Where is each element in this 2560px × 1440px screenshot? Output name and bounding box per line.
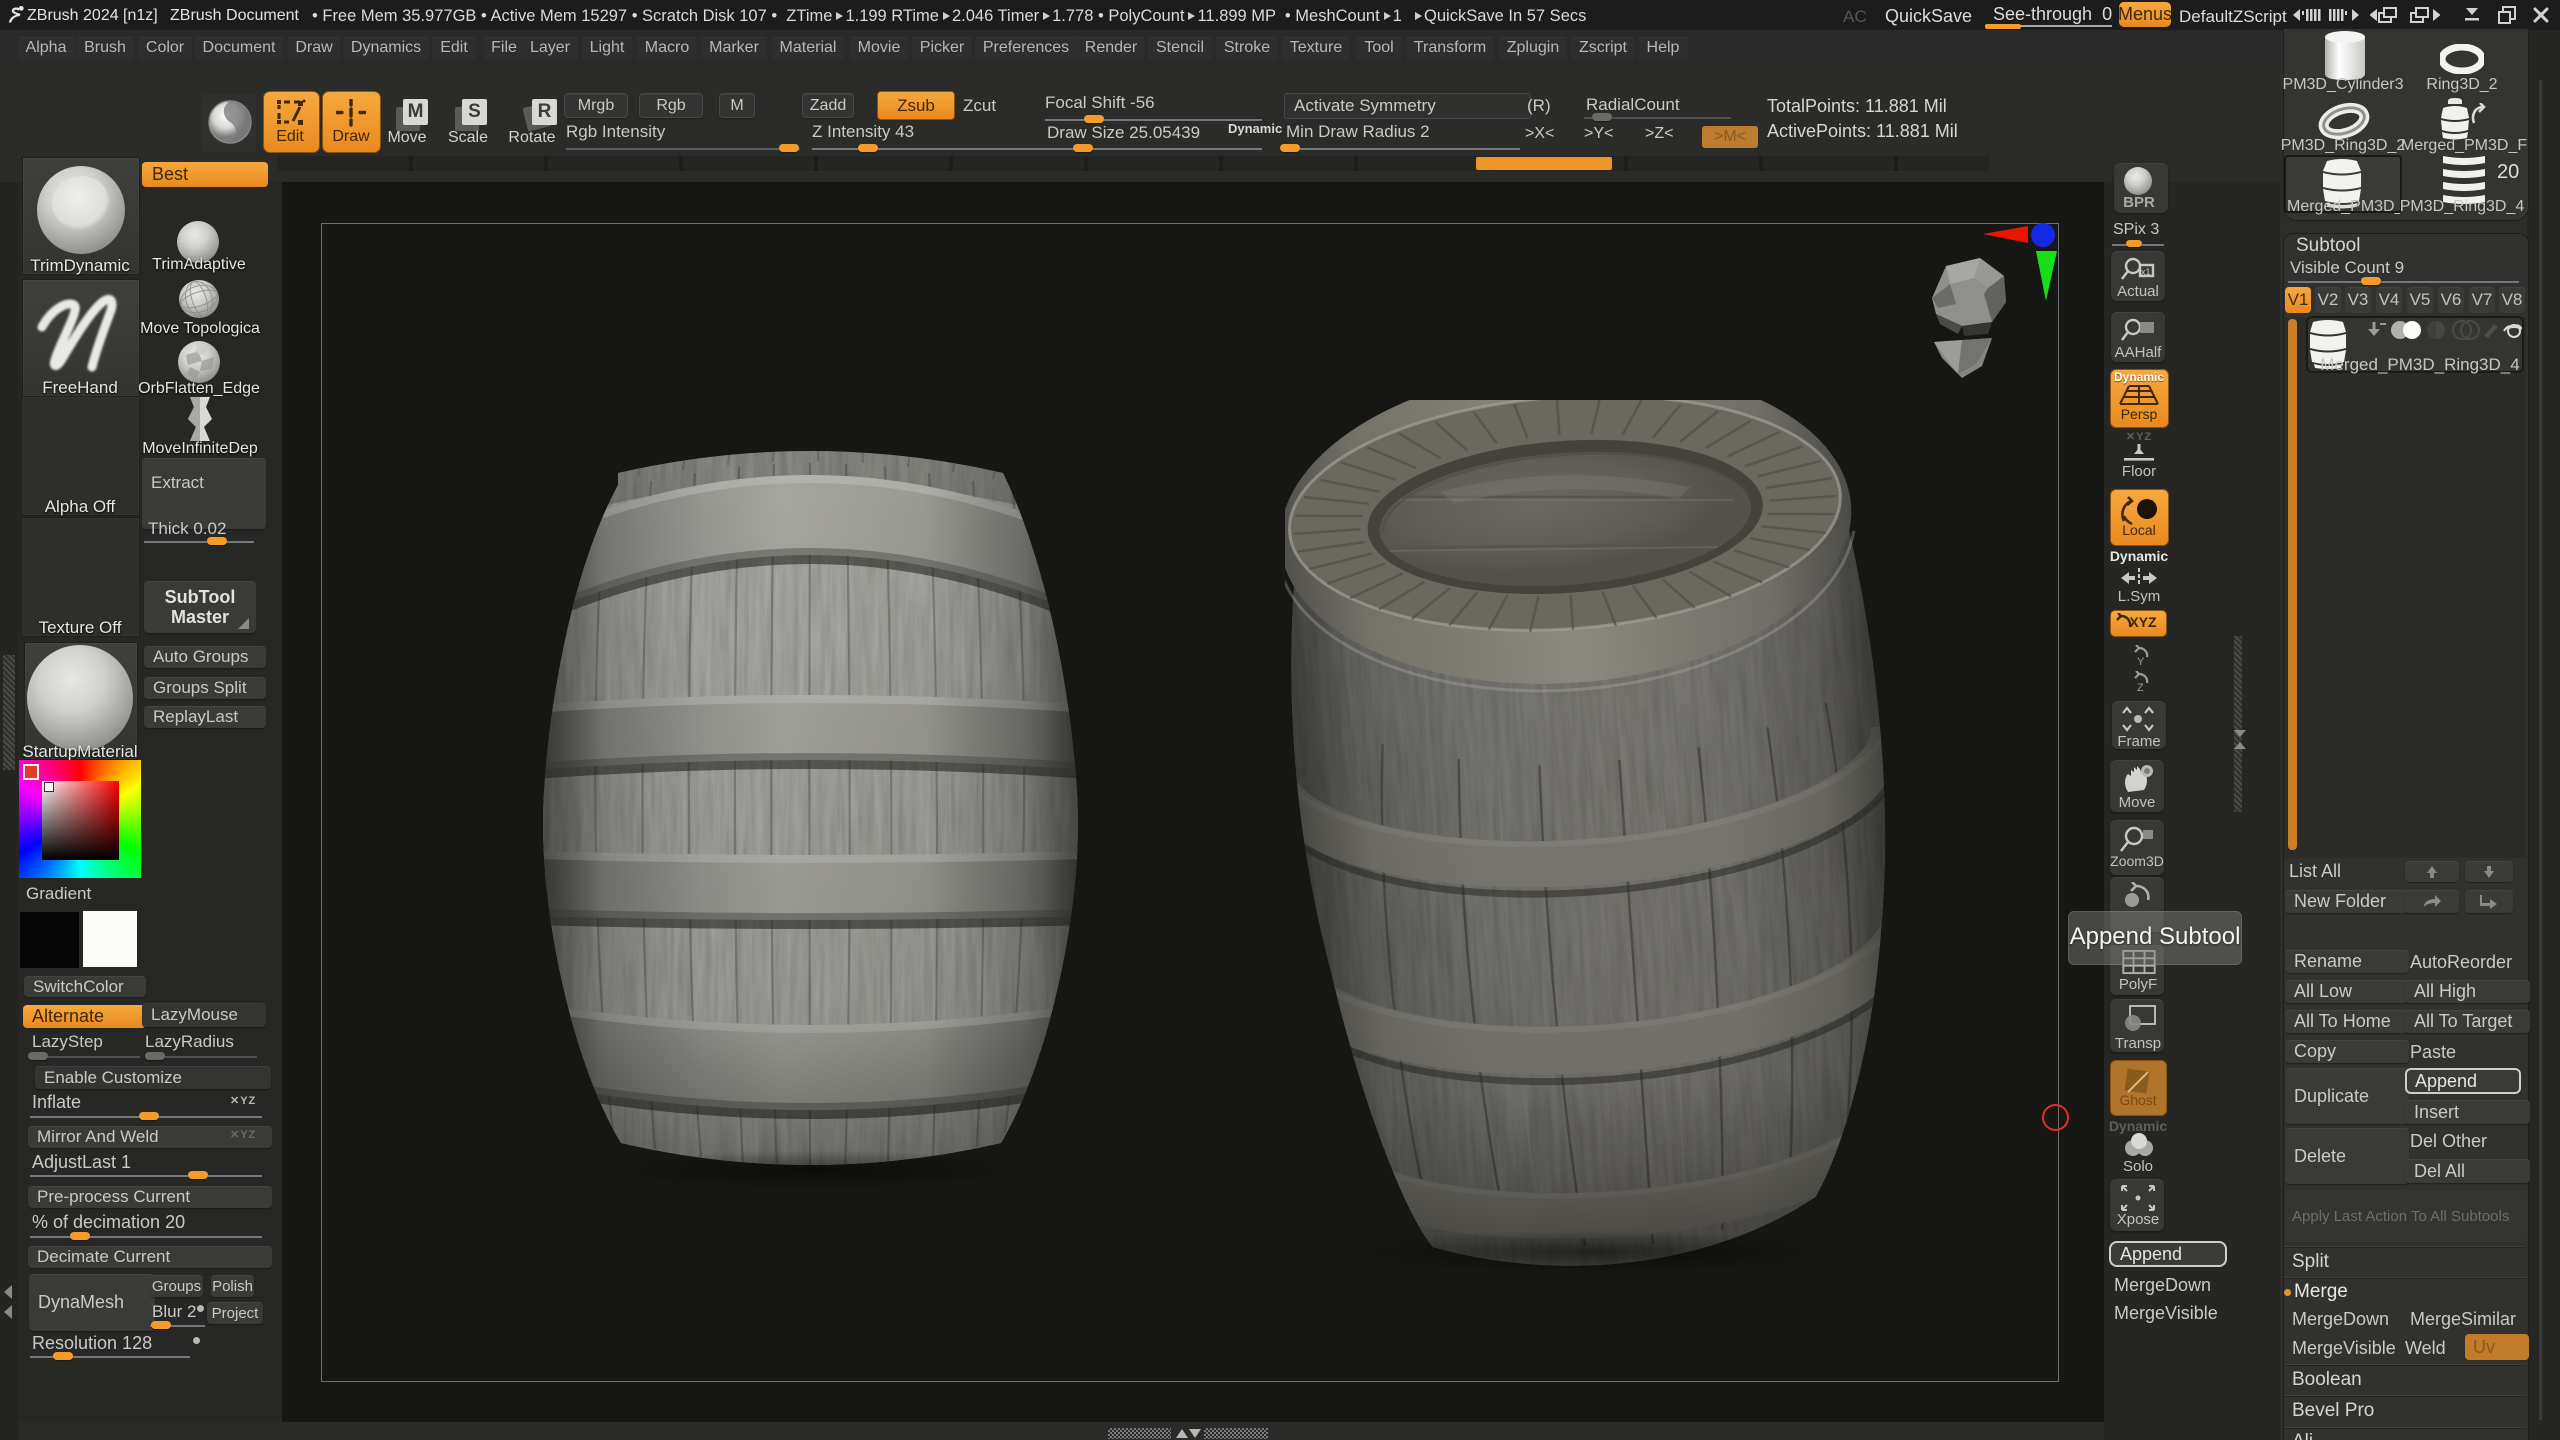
svg-text:Z: Z — [2137, 683, 2144, 693]
svg-text:Y: Y — [2137, 656, 2145, 667]
svg-text:x1: x1 — [2141, 267, 2151, 277]
